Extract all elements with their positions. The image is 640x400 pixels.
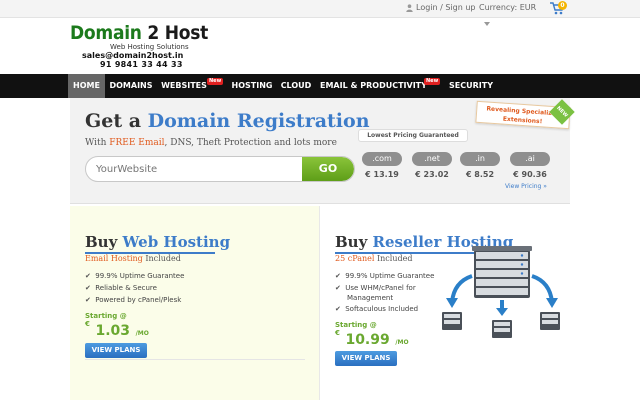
reseller-view-plans-button[interactable]: VIEW PLANS (335, 351, 397, 366)
reseller-feature-label: Softaculous Included (345, 305, 419, 313)
web-price-period: /MO (135, 330, 149, 337)
nav-item-websites[interactable]: WEBSITES (160, 74, 208, 98)
web-hosting-panel: Buy Web Hosting Email Hosting Included ✔… (70, 206, 320, 400)
tld-badge-ai[interactable]: .ai (510, 152, 550, 166)
currency-label: Currency: (479, 3, 518, 12)
logo-tagline: Web Hosting Solutions (110, 43, 189, 51)
web-feature-item: ✔ Powered by cPanel/Plesk (85, 296, 181, 304)
reseller-price: € 10.99 /MO (335, 329, 409, 348)
domain-subtitle-prefix: With (85, 138, 110, 148)
web-price-currency: € (85, 320, 90, 328)
reseller-feature-item: ✔ Use WHM/cPanel for (335, 284, 416, 292)
checkmark-icon: ✔ (335, 305, 341, 313)
domain-section-subtitle: With FREE Email, DNS, Theft Protection a… (85, 138, 337, 148)
tld-price-net: € 23.02 (415, 170, 449, 179)
checkmark-icon: ✔ (335, 272, 341, 280)
web-feature-label: 99.9% Uptime Guarantee (95, 272, 185, 280)
web-hosting-title-highlight: Web Hosting (122, 233, 231, 251)
web-price-amount: 1.03 (95, 323, 130, 339)
web-hosting-subtitle-highlight: Email Hosting (85, 254, 143, 263)
login-signup-link[interactable]: Login / Sign up (406, 3, 476, 12)
reseller-price-amount: 10.99 (345, 332, 390, 348)
lowest-pricing-label: Lowest Pricing Guaranteed (358, 129, 468, 142)
tld-price-in: € 8.52 (465, 170, 495, 179)
reseller-feature-item: ✔ 99.9% Uptime Guarantee (335, 272, 434, 280)
reseller-hosting-panel: Buy Reseller Hosting 25 cPanel Included … (320, 206, 570, 400)
web-view-plans-button[interactable]: VIEW PLANS (85, 343, 147, 358)
reseller-price-currency: € (335, 329, 340, 337)
nav-item-home[interactable]: HOME (68, 74, 105, 98)
nav-email-new-badge: New (424, 78, 441, 85)
checkmark-icon: ✔ (85, 272, 91, 280)
tld-badge-net[interactable]: .net (412, 152, 452, 166)
logo-title-2host: 2 Host (141, 22, 209, 44)
nav-item-hosting[interactable]: HOSTING (231, 74, 273, 98)
web-starting-label: Starting @ (85, 312, 127, 320)
domain-subtitle-rest: , DNS, Theft Protection and lots more (164, 138, 337, 148)
tld-badge-com[interactable]: .com (362, 152, 402, 166)
reseller-feature-label: Use WHM/cPanel for (345, 284, 416, 292)
main-nav: HOME DOMAINS WEBSITES New HOSTING CLOUD … (0, 74, 640, 98)
domain-section-title: Get a Domain Registration (85, 110, 370, 132)
domain-search-go-button[interactable]: GO (302, 157, 354, 181)
nav-item-cloud[interactable]: CLOUD (280, 74, 312, 98)
domain-search-box: GO (85, 156, 355, 182)
tld-badge-in[interactable]: .in (460, 152, 500, 166)
logo-title: Domain 2 Host (70, 22, 208, 44)
web-feature-label: Reliable & Secure (95, 284, 157, 292)
web-panel-divider (85, 359, 305, 360)
checkmark-icon: ✔ (335, 284, 341, 292)
currency-selector[interactable]: Currency: EUR (479, 3, 536, 12)
domain-title-prefix: Get a (85, 110, 148, 132)
checkmark-icon: ✔ (85, 296, 91, 304)
currency-dropdown-caret-icon[interactable] (484, 22, 490, 26)
cart-count-badge: 0 (558, 1, 567, 10)
web-feature-label: Powered by cPanel/Plesk (95, 296, 182, 304)
top-utility-bar: Login / Sign up Currency: EUR 0 (0, 0, 640, 18)
view-pricing-link[interactable]: View Pricing » (505, 183, 547, 190)
nav-item-email-productivity[interactable]: EMAIL & PRODUCTIVITY (320, 74, 427, 98)
web-hosting-title: Buy Web Hosting (85, 233, 230, 251)
nav-item-domains[interactable]: DOMAINS (108, 74, 154, 98)
user-icon (406, 3, 413, 12)
domain-subtitle-free-email: FREE Email (109, 138, 165, 148)
web-hosting-subtitle: Email Hosting Included (85, 254, 181, 263)
domain-search-input[interactable] (96, 157, 296, 181)
reseller-hosting-subtitle: 25 cPanel Included (335, 254, 412, 263)
reseller-feature-label: 99.9% Uptime Guarantee (345, 272, 435, 280)
nav-websites-new-badge: New (207, 78, 224, 85)
login-signup-label: Login / Sign up (416, 3, 476, 12)
nav-item-security[interactable]: SECURITY (448, 74, 494, 98)
reseller-hosting-subtitle-highlight: 25 cPanel (335, 254, 375, 263)
web-price: € 1.03 /MO (85, 320, 149, 339)
web-hosting-subtitle-rest: Included (142, 254, 181, 263)
reseller-hosting-subtitle-rest: Included (374, 254, 413, 263)
checkmark-icon: ✔ (85, 284, 91, 292)
web-feature-item: ✔ 99.9% Uptime Guarantee (85, 272, 184, 280)
tld-price-ai: € 90.36 (513, 170, 547, 179)
reseller-feature-item: ✔ Softaculous Included (335, 305, 418, 313)
web-feature-item: ✔ Reliable & Secure (85, 284, 157, 292)
contact-email: sales@domain2host.in (82, 51, 184, 60)
reseller-price-period: /MO (395, 339, 409, 346)
tld-price-com: € 13.19 (365, 170, 399, 179)
reseller-starting-label: Starting @ (335, 321, 377, 329)
server-network-illustration (442, 246, 560, 338)
web-hosting-title-prefix: Buy (85, 233, 123, 251)
currency-value: EUR (519, 3, 537, 12)
domain-title-highlight: Domain Registration (147, 110, 370, 132)
reseller-feature-continuation: Management (347, 294, 394, 302)
contact-phone: 91 9841 33 44 33 (100, 60, 183, 69)
reseller-hosting-title-prefix: Buy (335, 233, 373, 251)
site-logo[interactable]: Domain 2 Host Web Hosting Solutions sale… (70, 22, 223, 69)
logo-title-domain: Domain (70, 22, 142, 44)
